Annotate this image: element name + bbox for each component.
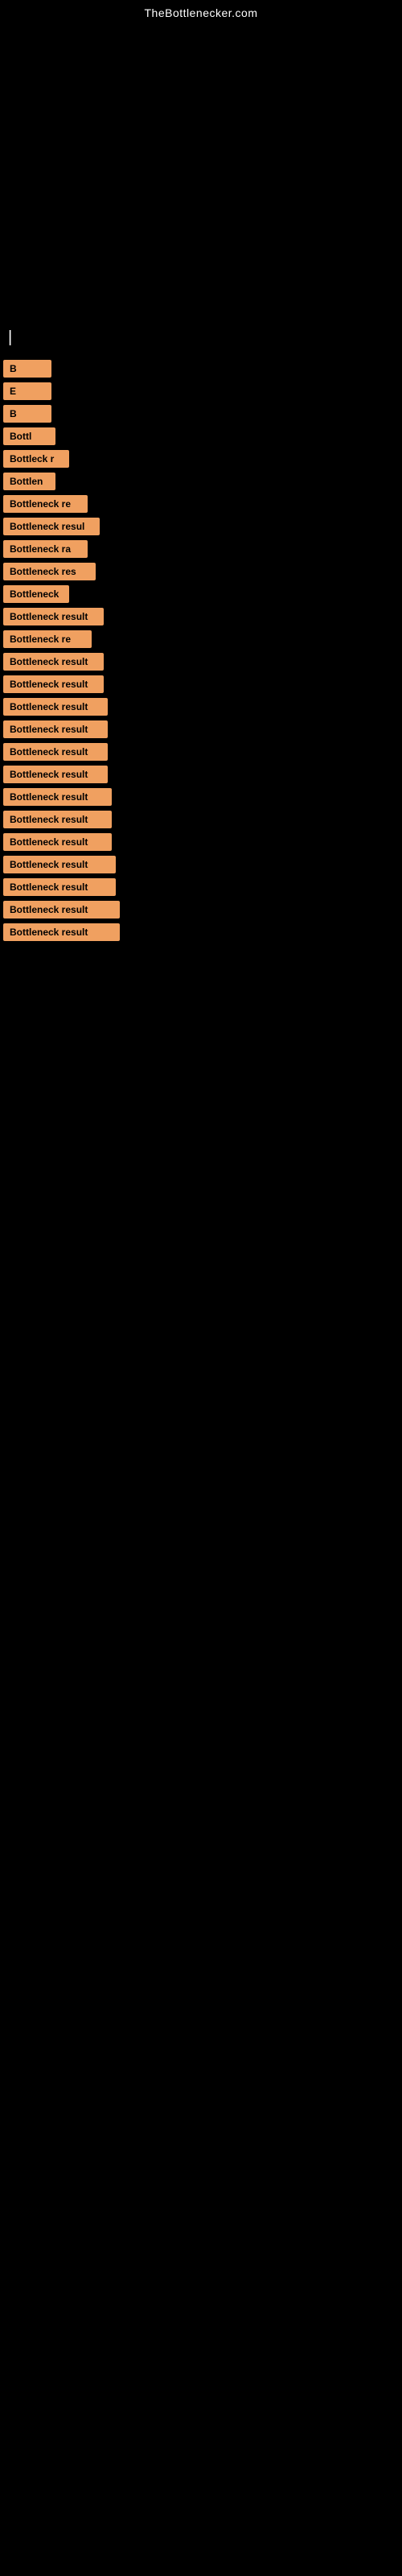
bottleneck-result-item[interactable]: Bottleneck result — [3, 720, 108, 738]
bottleneck-result-item[interactable]: Bottleck r — [3, 450, 69, 468]
bottleneck-result-item[interactable]: Bottleneck re — [3, 495, 88, 513]
bottleneck-result-item[interactable]: Bottl — [3, 427, 55, 445]
bottleneck-group: Bottl — [0, 427, 402, 445]
bottleneck-group: Bottleneck re — [0, 630, 402, 648]
site-title-bar: TheBottlenecker.com — [0, 0, 402, 23]
bottleneck-result-item[interactable]: Bottleneck result — [3, 653, 104, 671]
bottleneck-result-item[interactable]: Bottleneck result — [3, 856, 116, 873]
main-content: | BEB Bottl Bottleck r Bottlen Bottleneck re… — [0, 312, 402, 941]
bottleneck-result-item[interactable]: Bottleneck result — [3, 811, 112, 828]
bottleneck-group: Bottleneck result — [0, 923, 402, 941]
bottleneck-group: Bottleneck result — [0, 675, 402, 693]
bottleneck-group: Bottleneck result — [0, 766, 402, 783]
bottleneck-result-item[interactable]: B — [3, 360, 51, 378]
bottleneck-result-item[interactable]: Bottleneck resul — [3, 518, 100, 535]
bottleneck-group: Bottlen — [0, 473, 402, 490]
bottleneck-result-item[interactable]: Bottleneck — [3, 585, 69, 603]
bottleneck-group: B — [0, 360, 402, 378]
bottleneck-group: Bottleneck — [0, 585, 402, 603]
site-title: TheBottlenecker.com — [0, 0, 402, 23]
bottleneck-result-item[interactable]: Bottleneck result — [3, 923, 120, 941]
bottleneck-result-item[interactable]: B — [3, 405, 51, 423]
bottleneck-group: Bottleneck result — [0, 878, 402, 896]
bottleneck-result-item[interactable]: Bottleneck result — [3, 766, 108, 783]
bottleneck-result-item[interactable]: Bottleneck result — [3, 608, 104, 625]
pipe-indicator: | — [0, 320, 402, 355]
bottleneck-group: Bottleneck result — [0, 811, 402, 828]
bottleneck-group: Bottleneck result — [0, 653, 402, 671]
bottleneck-list: BEB Bottl Bottleck r Bottlen Bottleneck re Bo… — [0, 360, 402, 941]
bottleneck-result-item[interactable]: Bottlen — [3, 473, 55, 490]
bottleneck-group: Bottleneck result — [0, 788, 402, 806]
bottleneck-result-item[interactable]: Bottleneck ra — [3, 540, 88, 558]
bottleneck-group: E — [0, 382, 402, 400]
bottleneck-group: B — [0, 405, 402, 423]
bottleneck-group: Bottleneck result — [0, 698, 402, 716]
bottleneck-group: Bottleneck re — [0, 495, 402, 513]
top-spacer-area — [0, 23, 402, 312]
bottleneck-group: Bottleck r — [0, 450, 402, 468]
bottleneck-result-item[interactable]: Bottleneck result — [3, 901, 120, 919]
bottleneck-result-item[interactable]: Bottleneck result — [3, 675, 104, 693]
bottleneck-group: Bottleneck resul — [0, 518, 402, 535]
bottleneck-group: Bottleneck result — [0, 901, 402, 919]
bottleneck-result-item[interactable]: Bottleneck result — [3, 788, 112, 806]
bottleneck-result-item[interactable]: Bottleneck result — [3, 833, 112, 851]
bottleneck-result-item[interactable]: Bottleneck result — [3, 743, 108, 761]
bottleneck-result-item[interactable]: Bottleneck result — [3, 878, 116, 896]
bottleneck-group: Bottleneck result — [0, 608, 402, 625]
bottleneck-group: Bottleneck result — [0, 833, 402, 851]
bottleneck-group: Bottleneck ra — [0, 540, 402, 558]
bottleneck-group: Bottleneck result — [0, 856, 402, 873]
bottleneck-result-item[interactable]: E — [3, 382, 51, 400]
bottleneck-group: Bottleneck result — [0, 720, 402, 738]
bottleneck-group: Bottleneck res — [0, 563, 402, 580]
bottleneck-result-item[interactable]: Bottleneck re — [3, 630, 92, 648]
bottleneck-result-item[interactable]: Bottleneck result — [3, 698, 108, 716]
bottleneck-result-item[interactable]: Bottleneck res — [3, 563, 96, 580]
bottleneck-group: Bottleneck result — [0, 743, 402, 761]
